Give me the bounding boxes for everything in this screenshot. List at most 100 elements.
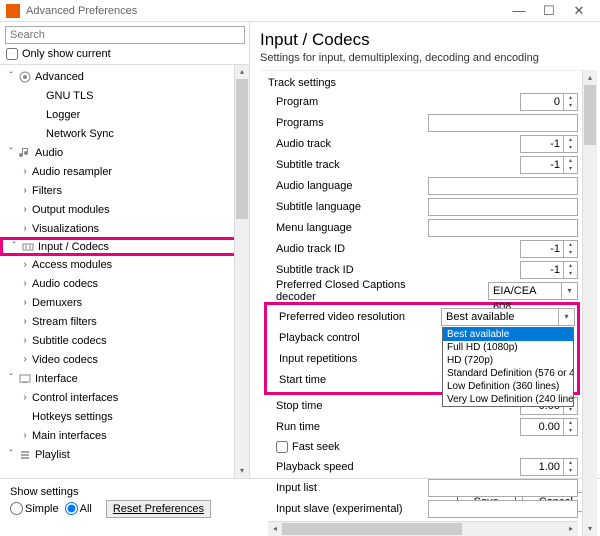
tree-node[interactable]: Hotkeys settings [0,407,234,426]
settings-scrollbar[interactable]: ▴ ▾ [582,71,597,536]
tree-node[interactable]: Logger [0,105,234,124]
expand-icon[interactable]: › [18,223,32,234]
tree-node[interactable]: ›Filters [0,181,234,200]
audio-track-id-spinner[interactable]: -1▴▾ [520,240,578,258]
chevron-down-icon: ▾ [561,283,577,299]
close-button[interactable]: ✕ [564,3,594,19]
expand-icon[interactable]: › [18,297,32,308]
expand-icon[interactable]: › [18,278,32,289]
tree-node[interactable]: ›Audio codecs [0,274,234,293]
expand-icon[interactable]: ˇ [7,241,21,252]
expand-icon[interactable]: ˇ [4,373,18,384]
tree-node[interactable]: ›Access modules [0,255,234,274]
programs-input[interactable] [428,114,578,132]
reset-preferences-button[interactable]: Reset Preferences [106,500,211,518]
tree-node[interactable]: ›Subtitle codecs [0,331,234,350]
program-spinner[interactable]: 0▴▾ [520,93,578,111]
expand-icon[interactable]: › [18,259,32,270]
fast-seek-checkbox[interactable]: Fast seek [268,438,578,456]
expand-icon[interactable]: › [18,204,32,215]
only-show-current-checkbox[interactable]: Only show current [6,48,243,60]
scroll-left-icon[interactable]: ◂ [268,522,282,536]
subtitle-track-id-spinner[interactable]: -1▴▾ [520,261,578,279]
dropdown-option[interactable]: Full HD (1080p) [443,341,573,354]
expand-icon[interactable]: › [18,316,32,327]
input-list-input[interactable] [428,479,578,497]
input-slave-input[interactable] [428,500,578,518]
resolution-dropdown-list[interactable]: Best availableFull HD (1080p)HD (720p)St… [442,327,574,407]
audio-language-input[interactable] [428,177,578,195]
window-title: Advanced Preferences [26,5,504,17]
app-icon [6,4,20,18]
simple-radio[interactable]: Simple [10,502,59,515]
scroll-thumb[interactable] [236,79,248,219]
expand-icon[interactable]: › [18,354,32,365]
expand-icon[interactable]: › [18,166,32,177]
tree-node[interactable]: ˇInterface [0,369,234,388]
input-list-label: Input list [268,482,428,494]
search-input[interactable] [5,26,245,44]
only-show-current-label: Only show current [22,48,111,60]
playback-speed-label: Playback speed [268,461,428,473]
expand-icon[interactable]: › [18,430,32,441]
horizontal-scrollbar[interactable]: ◂ ▸ [268,521,578,536]
subtitle-language-input[interactable] [428,198,578,216]
input-repetitions-label: Input repetitions [271,353,431,365]
tree-node[interactable]: ›Visualizations [0,219,234,238]
tree-node[interactable]: GNU TLS [0,86,234,105]
expand-icon[interactable]: › [18,185,32,196]
tree-node-label: Advanced [35,71,84,83]
tree-node[interactable]: ˇ Advanced [0,67,234,86]
subtitle-track-spinner[interactable]: -1▴▾ [520,156,578,174]
fast-seek-label: Fast seek [292,441,340,453]
tree-node[interactable]: ›Output modules [0,200,234,219]
tree-node[interactable]: ›Stream filters [0,312,234,331]
scroll-right-icon[interactable]: ▸ [564,522,578,536]
tree-node[interactable]: ˇPlaylist [0,445,234,464]
gear-icon [18,70,32,84]
menu-language-input[interactable] [428,219,578,237]
tree-node[interactable]: ˇInput / Codecs [0,237,234,256]
dropdown-option[interactable]: Very Low Definition (240 lines) [443,393,573,406]
expand-icon[interactable]: ˇ [4,449,18,460]
preferred-resolution-label: Preferred video resolution [271,311,431,323]
dropdown-option[interactable]: Best available [443,328,573,341]
tree-node[interactable]: ˇAudio [0,143,234,162]
dropdown-option[interactable]: Low Definition (360 lines) [443,380,573,393]
tree-node-label: Logger [46,109,80,121]
expand-icon[interactable]: ˇ [4,71,18,82]
run-time-spinner[interactable]: 0.00▴▾ [520,418,578,436]
scroll-thumb[interactable] [584,85,596,145]
tree-node[interactable]: ›Audio resampler [0,162,234,181]
tree-node[interactable]: ›Demuxers [0,293,234,312]
tree-node[interactable]: ›Main interfaces [0,426,234,445]
audio-language-label: Audio language [268,180,428,192]
audio-track-spinner[interactable]: -1▴▾ [520,135,578,153]
tree-node[interactable]: Network Sync [0,124,234,143]
tree-scrollbar[interactable]: ▴ ▾ [234,65,249,478]
preferences-tree[interactable]: ˇ Advanced GNU TLS Logger Network SyncˇAudio… [0,65,234,478]
scroll-down-icon[interactable]: ▾ [235,464,249,478]
minimize-button[interactable]: — [504,3,534,18]
expand-icon[interactable]: › [18,392,32,403]
tree-node[interactable]: ›Control interfaces [0,388,234,407]
maximize-button[interactable]: ☐ [534,3,564,19]
subtitle-track-id-label: Subtitle track ID [268,264,428,276]
playback-speed-spinner[interactable]: 1.00▴▾ [520,458,578,476]
expand-icon[interactable]: ˇ [4,147,18,158]
scroll-up-icon[interactable]: ▴ [583,71,597,85]
expand-icon[interactable]: › [18,335,32,346]
all-radio[interactable]: All [65,502,92,515]
settings-panel: Input / Codecs Settings for input, demul… [250,22,600,478]
scroll-down-icon[interactable]: ▾ [583,522,597,536]
dropdown-option[interactable]: HD (720p) [443,354,573,367]
tree-node-label: Visualizations [32,223,99,235]
scroll-up-icon[interactable]: ▴ [235,65,249,79]
show-settings-label: Show settings [10,486,211,498]
only-show-current-box[interactable] [6,48,18,60]
cc-decoder-combo[interactable]: EIA/CEA 608▾ [488,282,578,300]
preferred-resolution-combo[interactable]: Best available▾ Best availableFull HD (1… [441,308,575,326]
hscroll-thumb[interactable] [282,523,462,535]
dropdown-option[interactable]: Standard Definition (576 or 480 lines) [443,367,573,380]
tree-node[interactable]: ›Video codecs [0,350,234,369]
